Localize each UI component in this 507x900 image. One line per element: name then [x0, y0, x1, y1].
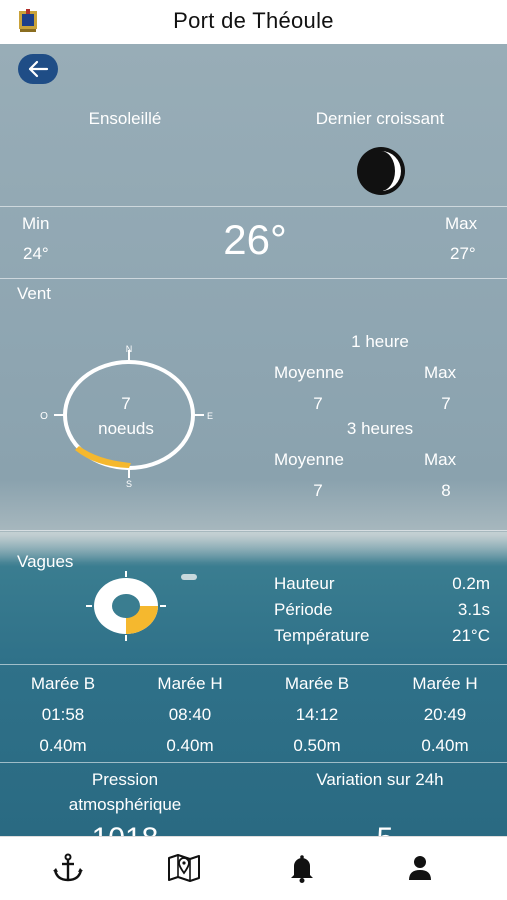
wind-3h-max-label: Max: [424, 450, 457, 469]
waves-section-label: Vagues: [17, 552, 74, 571]
divider: [0, 278, 507, 279]
wind-1h-label: 1 heure: [351, 332, 409, 351]
tab-map[interactable]: [167, 853, 201, 883]
tide-time: 01:58: [41, 705, 85, 724]
wind-1h-max-label: Max: [424, 363, 457, 382]
wind-1h-avg-value: 7: [313, 394, 323, 413]
compass-west: O: [40, 411, 48, 422]
tide-time: 20:49: [423, 705, 467, 724]
divider: [0, 530, 507, 531]
wave-period-label: Période: [274, 600, 333, 619]
wind-3h-avg-value: 7: [313, 481, 323, 500]
wind-speed: 7: [121, 394, 131, 413]
pressure-variation-value: -5: [330, 822, 430, 836]
wave-height-value: 0.2m: [452, 574, 490, 593]
pressure-value: 1018: [45, 822, 205, 836]
current-temperature: 26°: [223, 216, 287, 263]
back-button[interactable]: [18, 54, 58, 84]
bell-icon: [291, 855, 313, 883]
compass-south: S: [126, 479, 132, 488]
tide-label: Marée B: [30, 674, 96, 693]
background-horizon: [0, 532, 507, 562]
page-title: Port de Théoule: [173, 8, 334, 33]
wind-unit: noeuds: [98, 419, 154, 438]
map-pin-icon: [168, 854, 200, 882]
compass-north: N: [126, 344, 133, 354]
water-temp-value: 21°C: [452, 626, 490, 645]
divider: [0, 206, 507, 207]
user-icon: [409, 856, 431, 880]
tab-alerts[interactable]: [285, 853, 319, 883]
top-bar: Port de Théoule: [0, 0, 507, 44]
tide-time: 08:40: [168, 705, 212, 724]
tab-profile[interactable]: [403, 853, 437, 883]
tab-port[interactable]: [51, 853, 85, 883]
water-temp-label: Température: [274, 626, 370, 645]
moon-phase-label: Dernier croissant: [315, 109, 445, 128]
tide-label: Marée B: [284, 674, 350, 693]
weather-panel: Ensoleillé Dernier croissant Min 24° 26°…: [0, 44, 507, 836]
wave-gauge: [86, 571, 166, 641]
max-value: 27°: [450, 244, 476, 263]
wind-compass: N S O E: [40, 344, 213, 488]
moon-phase-icon: [357, 147, 405, 195]
anchor-icon: [53, 853, 83, 882]
wave-height-label: Hauteur: [274, 574, 335, 593]
wave-period-value: 3.1s: [457, 600, 490, 619]
tide-height: 0.50m: [293, 736, 341, 755]
wind-3h-max-value: 8: [441, 481, 451, 500]
divider: [0, 664, 507, 665]
tide-height: 0.40m: [166, 736, 214, 755]
tide-time: 14:12: [295, 705, 339, 724]
pressure-variation-label: Variation sur 24h: [316, 770, 444, 789]
pressure-label-line2: atmosphérique: [68, 795, 182, 814]
compass-east: E: [207, 411, 213, 421]
tide-height: 0.40m: [39, 736, 87, 755]
divider: [0, 762, 507, 763]
tide-height: 0.40m: [421, 736, 469, 755]
wind-section-label: Vent: [17, 284, 52, 303]
wind-1h-avg-label: Moyenne: [274, 363, 344, 382]
sky-condition: Ensoleillé: [88, 109, 162, 128]
tide-label: Marée H: [157, 674, 223, 693]
min-value: 24°: [23, 244, 49, 263]
bottom-tab-bar: [0, 836, 507, 900]
tide-label: Marée H: [412, 674, 478, 693]
pressure-label-line1: Pression: [91, 770, 159, 789]
min-label: Min: [22, 214, 50, 233]
background-surfer: [181, 574, 197, 580]
max-label: Max: [445, 214, 478, 233]
wind-1h-max-value: 7: [441, 394, 451, 413]
wind-3h-label: 3 heures: [346, 419, 414, 438]
arrow-left-icon: [28, 60, 49, 78]
wind-3h-avg-label: Moyenne: [274, 450, 344, 469]
